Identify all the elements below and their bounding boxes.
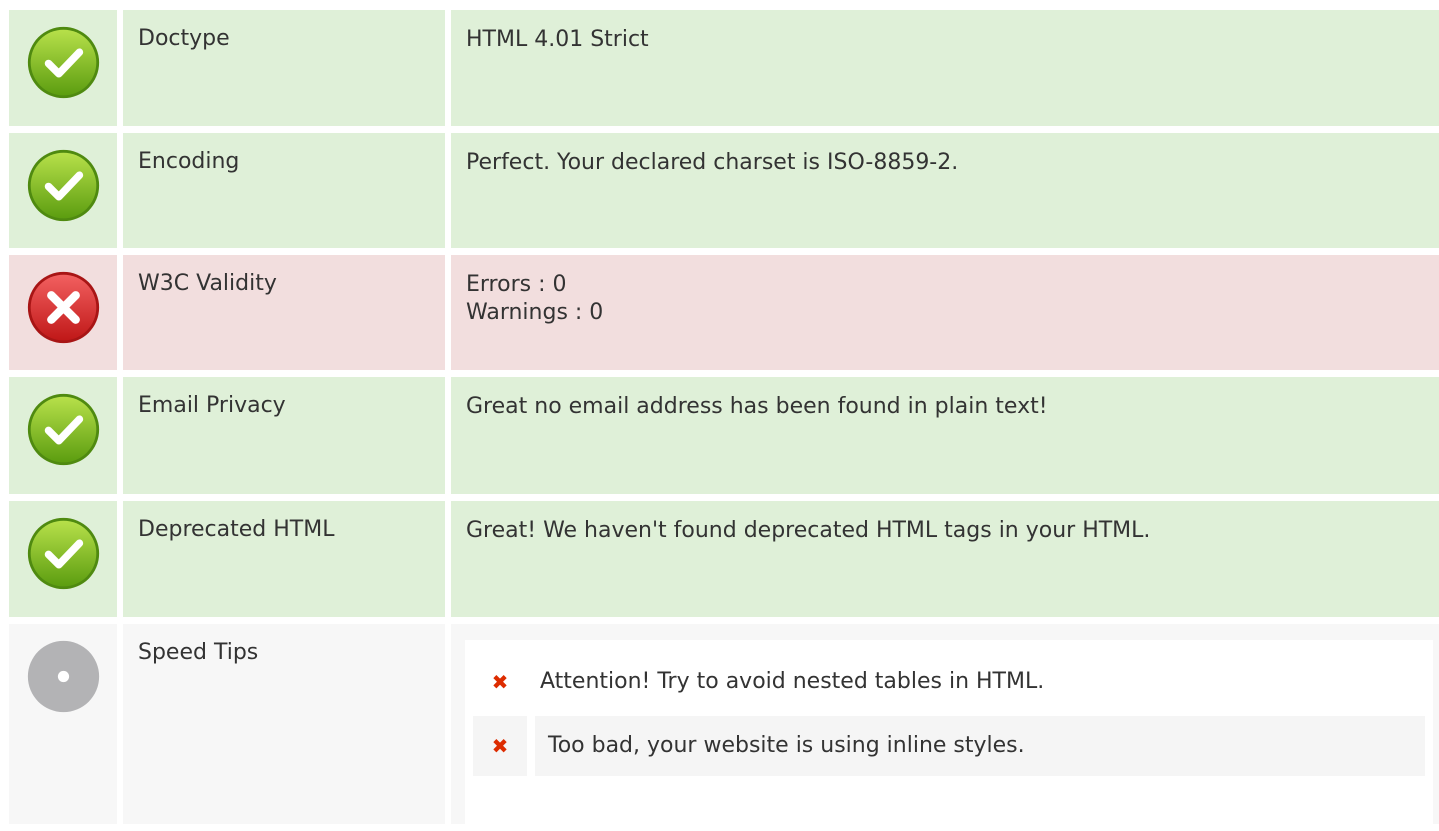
status-cell — [9, 10, 117, 126]
tip-text: Too bad, your website is using inline st… — [535, 716, 1425, 776]
status-cell — [9, 133, 117, 248]
result-row-doctype: Doctype HTML 4.01 Strict — [9, 10, 1439, 126]
list-item: ✖ Attention! Try to avoid nested tables … — [473, 652, 1425, 712]
check-circle-icon — [27, 517, 99, 590]
row-label: Doctype — [123, 10, 445, 126]
tip-text: Attention! Try to avoid nested tables in… — [540, 669, 1045, 694]
warnings-count: Warnings : 0 — [466, 300, 604, 325]
row-value: Perfect. Your declared charset is ISO-88… — [451, 133, 1439, 248]
seo-results-table: Doctype HTML 4.01 Strict Encoding Perfec… — [9, 10, 1439, 831]
list-item: ✖ Too bad, your website is using inline … — [473, 716, 1425, 776]
row-label: Encoding — [123, 133, 445, 248]
result-row-deprecated-html: Deprecated HTML Great! We haven't found … — [9, 501, 1439, 617]
row-value: Great! We haven't found deprecated HTML … — [451, 501, 1439, 617]
cross-mark-icon: ✖ — [473, 716, 527, 776]
error-circle-icon — [27, 271, 99, 344]
speed-tips-list: ✖ Attention! Try to avoid nested tables … — [465, 640, 1433, 830]
status-cell — [9, 624, 117, 824]
row-value: HTML 4.01 Strict — [451, 10, 1439, 126]
neutral-circle-icon — [27, 640, 99, 713]
result-row-email-privacy: Email Privacy Great no email address has… — [9, 377, 1439, 494]
result-row-encoding: Encoding Perfect. Your declared charset … — [9, 133, 1439, 248]
status-cell — [9, 255, 117, 370]
row-label: Email Privacy — [123, 377, 445, 494]
check-circle-icon — [27, 393, 99, 466]
row-label: Deprecated HTML — [123, 501, 445, 617]
check-circle-icon — [27, 149, 99, 222]
errors-count: Errors : 0 — [466, 272, 567, 297]
row-value: Errors : 0 Warnings : 0 — [451, 255, 1439, 370]
row-label: Speed Tips — [123, 624, 445, 824]
row-value: Great no email address has been found in… — [451, 377, 1439, 494]
check-circle-icon — [27, 26, 99, 99]
status-cell — [9, 377, 117, 494]
speed-tips-cell: ✖ Attention! Try to avoid nested tables … — [451, 624, 1439, 830]
cross-mark-icon: ✖ — [491, 670, 509, 694]
result-row-w3c-validity: W3C Validity Errors : 0 Warnings : 0 — [9, 255, 1439, 370]
status-cell — [9, 501, 117, 617]
result-row-speed-tips: Speed Tips ✖ Attention! Try to avoid nes… — [9, 624, 1439, 830]
row-label: W3C Validity — [123, 255, 445, 370]
